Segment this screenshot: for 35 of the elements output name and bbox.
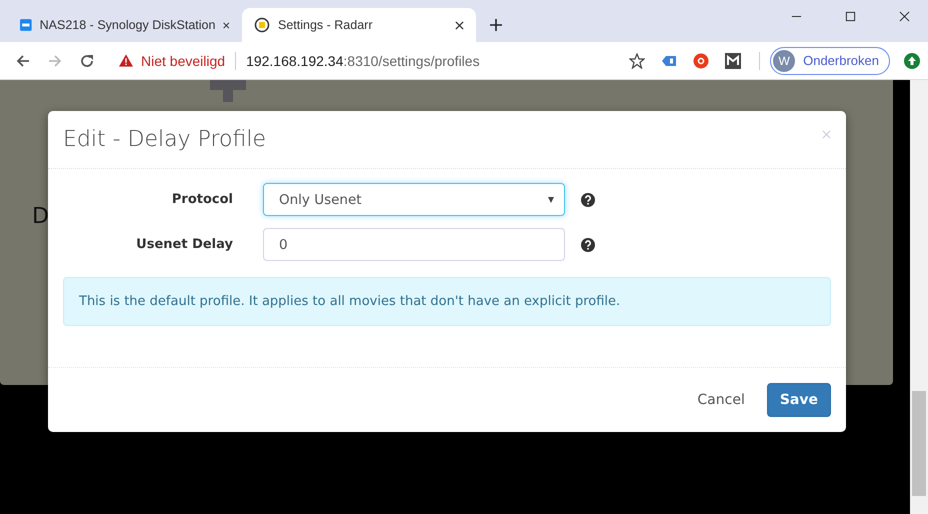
field-label: Usenet Delay bbox=[135, 237, 233, 252]
update-icon[interactable] bbox=[904, 52, 920, 68]
info-alert: This is the default profile. It applies to all movies that don't have an explicit profile. bbox=[63, 277, 831, 326]
m-icon[interactable] bbox=[725, 52, 742, 68]
help-icon[interactable] bbox=[581, 238, 595, 252]
protocol-select[interactable]: Only Usenet bbox=[263, 183, 565, 216]
help-icon[interactable] bbox=[581, 192, 595, 206]
close-icon[interactable] bbox=[455, 20, 464, 30]
disc-icon[interactable] bbox=[693, 52, 710, 68]
close-icon[interactable] bbox=[223, 20, 230, 30]
dsm-icon bbox=[20, 17, 32, 33]
close-icon[interactable] bbox=[899, 11, 910, 22]
profile-button[interactable]: W Onderbroken bbox=[770, 46, 890, 74]
tab-title: Settings - Radarr bbox=[278, 18, 374, 32]
save-button[interactable]: Save bbox=[766, 383, 831, 417]
new-tab-icon[interactable] bbox=[490, 19, 502, 31]
field-label: Protocol bbox=[170, 192, 233, 207]
browser-tab[interactable]: NAS218 - Synology DiskStation bbox=[8, 8, 242, 42]
tab-title: NAS218 - Synology DiskStation bbox=[40, 18, 216, 32]
back-icon[interactable] bbox=[15, 52, 31, 68]
radarr-icon bbox=[254, 17, 270, 33]
scrollbar[interactable] bbox=[910, 80, 928, 514]
cancel-button[interactable]: Cancel bbox=[697, 386, 745, 414]
maximize-icon[interactable] bbox=[845, 11, 856, 22]
warning-icon bbox=[119, 54, 133, 67]
avatar: W bbox=[773, 50, 796, 72]
security-status[interactable]: Niet beveiligd bbox=[141, 52, 226, 68]
caret-icon bbox=[548, 196, 554, 202]
dialog-title: Edit - Delay Profile bbox=[63, 127, 268, 152]
address-field[interactable]: 192.168.192.34:8310/settings/profiles bbox=[246, 52, 622, 68]
browser-tab[interactable]: Settings - Radarr bbox=[242, 8, 476, 42]
reload-icon[interactable] bbox=[79, 52, 95, 68]
star-icon[interactable] bbox=[629, 52, 646, 68]
input-field[interactable]: 0 bbox=[263, 228, 565, 261]
page-heading: D bbox=[32, 204, 49, 229]
